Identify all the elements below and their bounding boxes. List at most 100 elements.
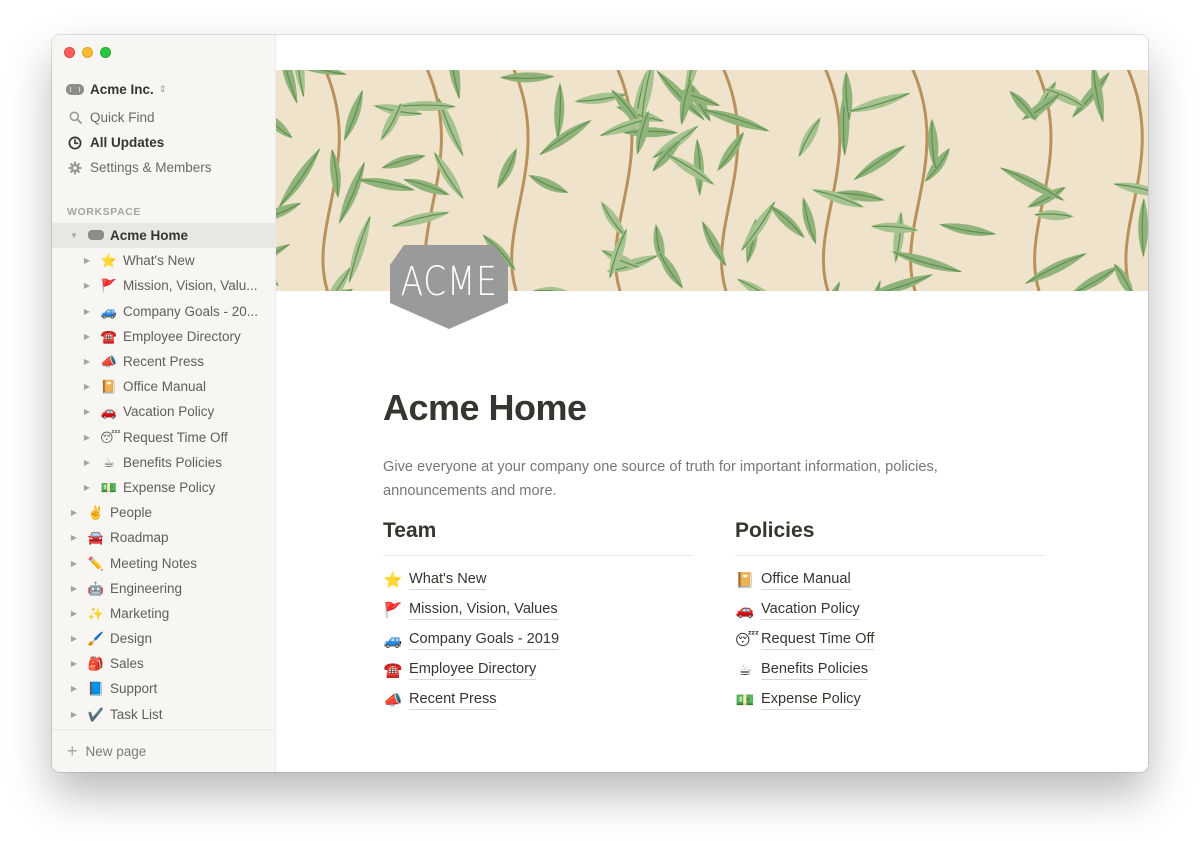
page-link[interactable]: 💵 Expense Policy (735, 685, 1045, 715)
tree-item[interactable]: ▶ 💵 Expense Policy (52, 475, 275, 500)
tree-item[interactable]: ▶ ☎️ Employee Directory (52, 324, 275, 349)
expand-toggle-icon[interactable]: ▶ (69, 659, 79, 668)
expand-toggle-icon[interactable]: ▶ (69, 684, 79, 693)
expand-toggle-icon[interactable]: ▶ (82, 332, 92, 341)
tree-item[interactable]: ▶ 📔 Office Manual (52, 374, 275, 399)
column-heading: Policies (735, 519, 815, 542)
tree-item[interactable]: ▶ 🚗 Vacation Policy (52, 399, 275, 424)
money-icon: 💵 (100, 479, 118, 495)
page-icon[interactable]: ACME (390, 237, 508, 329)
expand-toggle-icon[interactable]: ▼ (69, 231, 79, 240)
tree-item[interactable]: ▶ 📣 Recent Press (52, 349, 275, 374)
page-link-label[interactable]: Company Goals - 2019 (409, 630, 560, 650)
tree-item-label: Request Time Off (123, 429, 228, 445)
expand-toggle-icon[interactable]: ▶ (82, 281, 92, 290)
page-link[interactable]: 😴 Request Time Off (735, 625, 1045, 655)
close-window-button[interactable] (64, 47, 75, 58)
tree-item-label: Task List (110, 706, 163, 722)
workspace-switcher[interactable]: Acme Inc. ⇕ (66, 79, 166, 99)
sidebar-item-settings-members[interactable]: Settings & Members (52, 155, 275, 180)
expand-toggle-icon[interactable]: ▶ (82, 433, 92, 442)
telephone-icon: ☎️ (383, 661, 403, 679)
expand-toggle-icon[interactable]: ▶ (82, 357, 92, 366)
leaf (1069, 265, 1120, 291)
leaf (538, 119, 593, 156)
page-link[interactable]: ⭐ What's New (383, 565, 693, 595)
expand-toggle-icon[interactable]: ▶ (69, 559, 79, 568)
page-link[interactable]: 🚗 Vacation Policy (735, 595, 1045, 625)
tree-item[interactable]: ▶ 🚘 Roadmap (52, 525, 275, 550)
expand-toggle-icon[interactable]: ▶ (82, 407, 92, 416)
flag-icon: 🚩 (383, 601, 403, 619)
page-link-label[interactable]: Employee Directory (409, 660, 537, 680)
tree-item-acme-home[interactable]: ▼ Acme Home (52, 223, 275, 249)
tree-item[interactable]: ▶ 🚩 Mission, Vision, Valu... (52, 273, 275, 298)
expand-toggle-icon[interactable]: ▶ (69, 584, 79, 593)
minimize-window-button[interactable] (82, 47, 93, 58)
tree-item[interactable]: ▶ ✨ Marketing (52, 601, 275, 626)
tree-item[interactable]: ▶ 🚙 Company Goals - 20... (52, 299, 275, 324)
page-title[interactable]: Acme Home (383, 387, 587, 429)
sidebar-item-all-updates[interactable]: All Updates (52, 130, 275, 155)
tree-item[interactable]: ▶ ✔️ Task List (52, 702, 275, 727)
expand-toggle-icon[interactable]: ▶ (82, 382, 92, 391)
tree-item[interactable]: ▶ ⭐ What's New (52, 248, 275, 273)
leaf (330, 148, 341, 199)
tree-item[interactable]: ▶ 📘 Support (52, 676, 275, 701)
tree-item[interactable]: ▶ 😴 Request Time Off (52, 425, 275, 450)
page-link[interactable]: 📔 Office Manual (735, 565, 1045, 595)
page-link[interactable]: 📣 Recent Press (383, 685, 693, 715)
tree-item[interactable]: ▶ 🖌️ Design (52, 626, 275, 651)
tree-item-label: People (110, 505, 153, 521)
money-icon: 💵 (735, 691, 755, 709)
tree-item[interactable]: ▶ 🤖 Engineering (52, 576, 275, 601)
leaf (532, 286, 574, 291)
expand-toggle-icon[interactable]: ▶ (69, 508, 79, 517)
new-page-button[interactable]: + New page (52, 729, 275, 772)
paintbrush-icon: 🖌️ (87, 631, 105, 647)
tree-item-label: Meeting Notes (110, 555, 198, 571)
page-link[interactable]: ☎️ Employee Directory (383, 655, 693, 685)
branch (821, 70, 842, 291)
acme-badge-icon (66, 83, 84, 95)
sidebar-item-quick-find[interactable]: Quick Find (52, 105, 275, 130)
tree-item[interactable]: ▶ ✌️ People (52, 500, 275, 525)
tree-item-label: What's New (123, 253, 195, 269)
leaf (853, 144, 907, 181)
tree-item[interactable]: ▶ ☕ Benefits Policies (52, 450, 275, 475)
workspace-name: Acme Inc. (90, 81, 154, 97)
page-link-label[interactable]: Benefits Policies (761, 660, 869, 680)
page-link-label[interactable]: Mission, Vision, Values (409, 600, 558, 620)
tree-item[interactable]: ▶ ✏️ Meeting Notes (52, 550, 275, 575)
page-description[interactable]: Give everyone at your company one source… (383, 455, 1023, 503)
expand-toggle-icon[interactable]: ▶ (82, 483, 92, 492)
chevron-up-down-icon: ⇕ (158, 83, 167, 94)
page-link-label[interactable]: Expense Policy (761, 690, 861, 710)
expand-toggle-icon[interactable]: ▶ (82, 307, 92, 316)
notebook-icon: 📔 (735, 571, 755, 589)
tree-item[interactable]: ▶ 🎒 Sales (52, 651, 275, 676)
expand-toggle-icon[interactable]: ▶ (69, 710, 79, 719)
expand-toggle-icon[interactable]: ▶ (82, 458, 92, 467)
expand-toggle-icon[interactable]: ▶ (69, 533, 79, 542)
expand-toggle-icon[interactable]: ▶ (69, 609, 79, 618)
page-link-label[interactable]: What's New (409, 570, 487, 590)
car-icon: 🚙 (100, 303, 118, 319)
star-icon: ⭐ (100, 253, 118, 269)
page-link-label[interactable]: Vacation Policy (761, 600, 860, 620)
expand-toggle-icon[interactable]: ▶ (82, 256, 92, 265)
megaphone-icon: 📣 (100, 354, 118, 370)
expand-toggle-icon[interactable]: ▶ (69, 634, 79, 643)
page-link-label[interactable]: Request Time Off (761, 630, 875, 650)
page-link[interactable]: ☕ Benefits Policies (735, 655, 1045, 685)
acme-badge-icon (87, 229, 105, 242)
maximize-window-button[interactable] (100, 47, 111, 58)
tree-item-label: Expense Policy (123, 479, 216, 495)
leaf (798, 116, 821, 158)
tree-item-label: Marketing (110, 605, 170, 621)
page-link-label[interactable]: Office Manual (761, 570, 851, 590)
leaf (1071, 71, 1111, 119)
page-link[interactable]: 🚩 Mission, Vision, Values (383, 595, 693, 625)
page-link-label[interactable]: Recent Press (409, 690, 497, 710)
page-link[interactable]: 🚙 Company Goals - 2019 (383, 625, 693, 655)
